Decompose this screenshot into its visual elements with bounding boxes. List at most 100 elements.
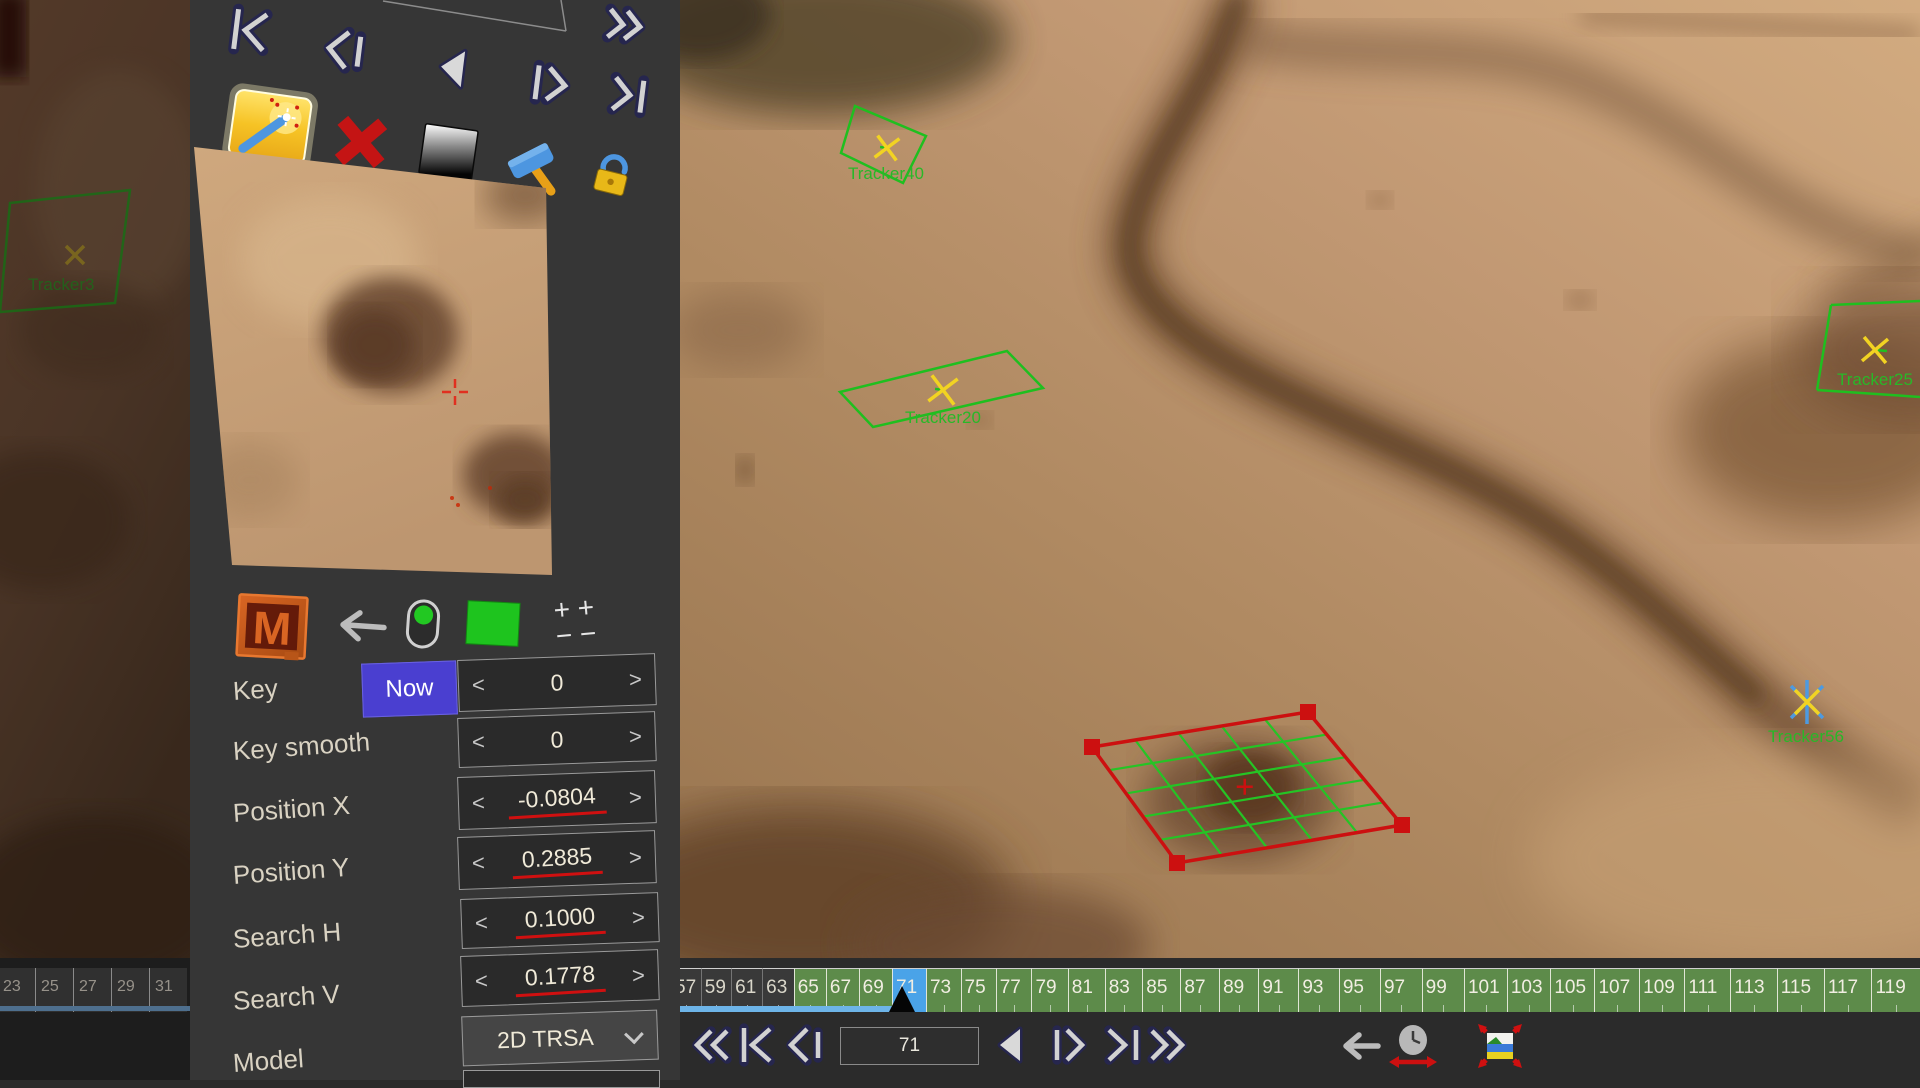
key-now-button[interactable]: Now: [361, 660, 458, 717]
play-forward-icon[interactable]: [1057, 1030, 1082, 1060]
add-remove-keys-icon[interactable]: + + − −: [552, 591, 597, 651]
tracker-color-swatch[interactable]: [466, 601, 520, 647]
position-x-spinner[interactable]: < -0.0804 >: [457, 770, 657, 830]
timeline-frame-cell[interactable]: 107: [1594, 968, 1639, 1012]
chevron-down-icon: [624, 1025, 644, 1045]
search-h-spinner[interactable]: < 0.1000 >: [460, 892, 660, 949]
rewind-icon[interactable]: [697, 1031, 727, 1059]
timeline-frame-cell[interactable]: 113: [1730, 968, 1776, 1012]
next-row-spinner-partial[interactable]: [463, 1070, 660, 1088]
camera-viewport[interactable]: Tracker40 Tracker20 Tracker25 Tracker56: [680, 0, 1920, 958]
search-v-spinner[interactable]: < 0.1778 >: [460, 949, 660, 1007]
secondary-viewport: Tracker3: [0, 0, 190, 1080]
spin-right[interactable]: >: [632, 907, 646, 929]
delete-tracker-icon[interactable]: [339, 120, 382, 163]
timeline-frame-cell[interactable]: 105: [1550, 968, 1594, 1012]
playhead[interactable]: [889, 986, 915, 1012]
key-value[interactable]: 0: [550, 669, 564, 696]
model-value: 2D TRSA: [497, 1023, 595, 1053]
search-h-value[interactable]: 0.1000: [514, 902, 606, 939]
timeline-frame-cell[interactable]: 117: [1824, 968, 1872, 1012]
search-v-value[interactable]: 0.1778: [514, 959, 606, 996]
step-forward-icon[interactable]: [1109, 1030, 1136, 1060]
timeline-frame-cell[interactable]: 97: [1380, 968, 1422, 1012]
mesh-corner-handle[interactable]: [1300, 704, 1316, 720]
tracker-label: Tracker56: [1768, 727, 1844, 746]
key-smooth-spinner[interactable]: < 0 >: [457, 711, 657, 768]
enable-toggle-icon[interactable]: [406, 600, 439, 648]
spin-left[interactable]: <: [472, 852, 486, 874]
key-spinner[interactable]: < 0 >: [457, 653, 657, 712]
viewport-image: Tracker40 Tracker20 Tracker25 Tracker56: [680, 0, 1920, 958]
timeline-frame-cell[interactable]: 93: [1298, 968, 1339, 1012]
timeline-frame-cell[interactable]: 111: [1684, 968, 1730, 1012]
fit-image-icon[interactable]: [1478, 1024, 1522, 1068]
m-badge-icon[interactable]: M: [236, 594, 307, 660]
timeline-frame-cell[interactable]: 115: [1777, 968, 1824, 1012]
fast-forward-icon[interactable]: [607, 9, 641, 41]
timeline-frame-cell[interactable]: 89: [1219, 968, 1258, 1012]
position-x-value[interactable]: -0.0804: [507, 781, 607, 819]
timeline-frame-cell[interactable]: 103: [1507, 968, 1551, 1012]
secondary-viewport-image: Tracker3: [0, 0, 190, 958]
position-y-value[interactable]: 0.2885: [511, 841, 603, 878]
timeline-frame-cell[interactable]: 109: [1639, 968, 1684, 1012]
spin-left[interactable]: <: [475, 912, 489, 934]
position-y-spinner[interactable]: < 0.2885 >: [457, 830, 657, 890]
timeline-frame-cell[interactable]: 87: [1180, 968, 1219, 1012]
spin-right[interactable]: >: [632, 964, 646, 986]
tracker-preview[interactable]: [190, 140, 567, 580]
spin-left[interactable]: <: [472, 731, 486, 753]
transport-bar: 71: [680, 1012, 1920, 1080]
repair-hammer-icon[interactable]: [504, 137, 558, 191]
timeline-frame-cell[interactable]: 85: [1142, 968, 1180, 1012]
spin-left[interactable]: <: [472, 674, 486, 696]
step-back-icon[interactable]: [791, 1029, 818, 1061]
tracker-panel: M + + − − Key Now < 0 > Key smooth < 0 >…: [190, 0, 680, 1080]
mesh-corner-handle[interactable]: [1394, 817, 1410, 833]
timeline-frame-cell[interactable]: 95: [1339, 968, 1380, 1012]
back-arrow-icon[interactable]: [342, 612, 385, 641]
mesh-corner-handle[interactable]: [1169, 855, 1185, 871]
timeline-frame-cell[interactable]: 83: [1105, 968, 1143, 1012]
jump-first-icon[interactable]: [234, 9, 268, 52]
retime-clock-icon[interactable]: [1389, 1025, 1437, 1068]
svg-text:M: M: [251, 601, 292, 655]
spin-right[interactable]: >: [629, 846, 643, 868]
spin-right[interactable]: >: [629, 726, 643, 748]
play-backward-icon[interactable]: [439, 49, 465, 87]
lock-icon[interactable]: [593, 154, 631, 197]
timeline-frame-cell[interactable]: 99: [1422, 968, 1464, 1012]
model-dropdown[interactable]: 2D TRSA: [461, 1010, 659, 1067]
timeline-frame-cell[interactable]: 73: [926, 968, 961, 1012]
frame-input[interactable]: 71: [840, 1027, 979, 1065]
frame-timeline[interactable]: 5759616365676971737577798183858789919395…: [671, 958, 1920, 1012]
timeline-frame-cell[interactable]: 91: [1258, 968, 1298, 1012]
model-label: Model: [232, 1043, 305, 1079]
timeline-frame-cell[interactable]: 79: [1031, 968, 1067, 1012]
step-forward-icon[interactable]: [612, 77, 644, 112]
timeline-frame-cell[interactable]: 75: [961, 968, 996, 1012]
timeline-frame-cell[interactable]: 77: [996, 968, 1032, 1012]
timeline-frame-cell[interactable]: 101: [1464, 968, 1507, 1012]
play-backward-icon[interactable]: [1000, 1029, 1020, 1061]
spin-left[interactable]: <: [475, 970, 489, 992]
timeline-dimmed: 2325272931: [0, 958, 190, 1012]
svg-text:− −: − −: [555, 617, 598, 651]
key-label: Key: [232, 673, 279, 707]
spin-right[interactable]: >: [629, 786, 643, 808]
spin-left[interactable]: <: [472, 792, 486, 814]
back-arrow-icon[interactable]: [1346, 1035, 1378, 1057]
timeline-tracked-range: [671, 1006, 898, 1012]
timeline-frame-cell[interactable]: 119: [1871, 968, 1919, 1012]
step-back-icon[interactable]: [327, 30, 361, 69]
jump-first-icon[interactable]: [744, 1028, 770, 1062]
timeline-frame-cell[interactable]: 81: [1068, 968, 1105, 1012]
spin-right[interactable]: >: [629, 669, 643, 691]
gradient-matte-icon[interactable]: [419, 124, 478, 181]
tracker-label: Tracker25: [1837, 370, 1913, 389]
mesh-corner-handle[interactable]: [1084, 739, 1100, 755]
key-smooth-value[interactable]: 0: [550, 726, 564, 753]
play-forward-icon[interactable]: [535, 65, 567, 102]
fast-forward-icon[interactable]: [1152, 1031, 1182, 1059]
